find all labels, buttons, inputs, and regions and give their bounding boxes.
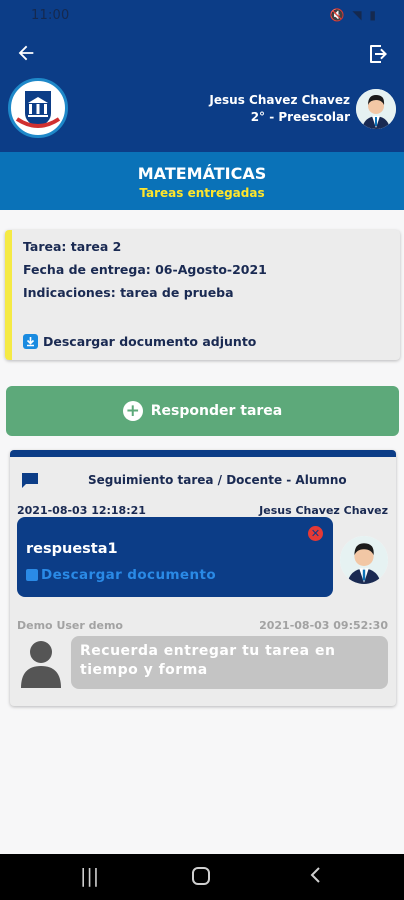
student-message-bubble: Recuerda entregar tu tarea en tiempo y f…	[71, 636, 388, 689]
respond-task-button[interactable]: + Responder tarea	[6, 386, 399, 436]
android-nav-bar: |||	[0, 854, 404, 900]
subject-title: MATEMÁTICAS	[137, 164, 267, 183]
home-icon[interactable]	[191, 866, 211, 891]
subject-subtitle: Tareas entregadas	[139, 186, 265, 200]
task-details-card: Tarea: tarea 2 Fecha de entrega: 06-Agos…	[5, 230, 400, 360]
default-user-avatar	[19, 638, 63, 688]
recents-icon[interactable]: |||	[80, 865, 99, 887]
respond-task-label: Responder tarea	[150, 403, 283, 419]
download-attachment-link[interactable]: Descargar documento adjunto	[23, 334, 256, 349]
user-grade: 2° - Preescolar	[250, 110, 350, 124]
user-avatar[interactable]	[356, 89, 396, 129]
download-icon	[26, 569, 38, 581]
teacher-message-timestamp: 2021-08-03 12:18:21	[17, 504, 146, 517]
followup-title: Seguimiento tarea / Docente - Alumno	[88, 473, 347, 487]
teacher-message-author: Jesus Chavez Chavez	[259, 504, 388, 517]
task-instructions: Indicaciones: tarea de prueba	[23, 285, 234, 300]
task-due-date: Fecha de entrega: 06-Agosto-2021	[23, 262, 267, 277]
delete-message-icon[interactable]: ✕	[308, 526, 323, 541]
student-message-timestamp: 2021-08-03 09:52:30	[259, 619, 388, 632]
download-document-label: Descargar documento	[41, 567, 217, 583]
back-nav-icon[interactable]	[309, 865, 321, 890]
student-message-author: Demo User demo	[17, 619, 123, 632]
teacher-message-text: respuesta1	[26, 541, 118, 557]
download-attachment-label: Descargar documento adjunto	[43, 334, 257, 349]
download-icon	[23, 334, 38, 349]
status-bar: 11:00 🔇 ◥ ▮	[0, 0, 404, 30]
school-logo	[8, 78, 68, 138]
download-document-link[interactable]: Descargar documento	[26, 567, 216, 583]
plus-icon: +	[122, 401, 143, 421]
user-name: Jesus Chavez Chavez	[209, 93, 350, 107]
chat-icon	[21, 472, 39, 488]
back-arrow-icon[interactable]	[15, 42, 41, 68]
app-header: Jesus Chavez Chavez 2° - Preescolar	[0, 30, 404, 152]
status-time: 11:00	[31, 8, 70, 23]
teacher-avatar	[340, 536, 388, 584]
status-icons: 🔇 ◥ ▮	[329, 8, 378, 22]
subject-banner: MATEMÁTICAS Tareas entregadas	[0, 152, 404, 210]
followup-card: Seguimiento tarea / Docente - Alumno 202…	[10, 450, 396, 706]
task-name: Tarea: tarea 2	[23, 239, 122, 254]
card-accent-bar	[5, 230, 12, 360]
teacher-message-bubble: ✕ respuesta1 Descargar documento	[17, 517, 333, 597]
logout-icon[interactable]	[366, 42, 392, 68]
